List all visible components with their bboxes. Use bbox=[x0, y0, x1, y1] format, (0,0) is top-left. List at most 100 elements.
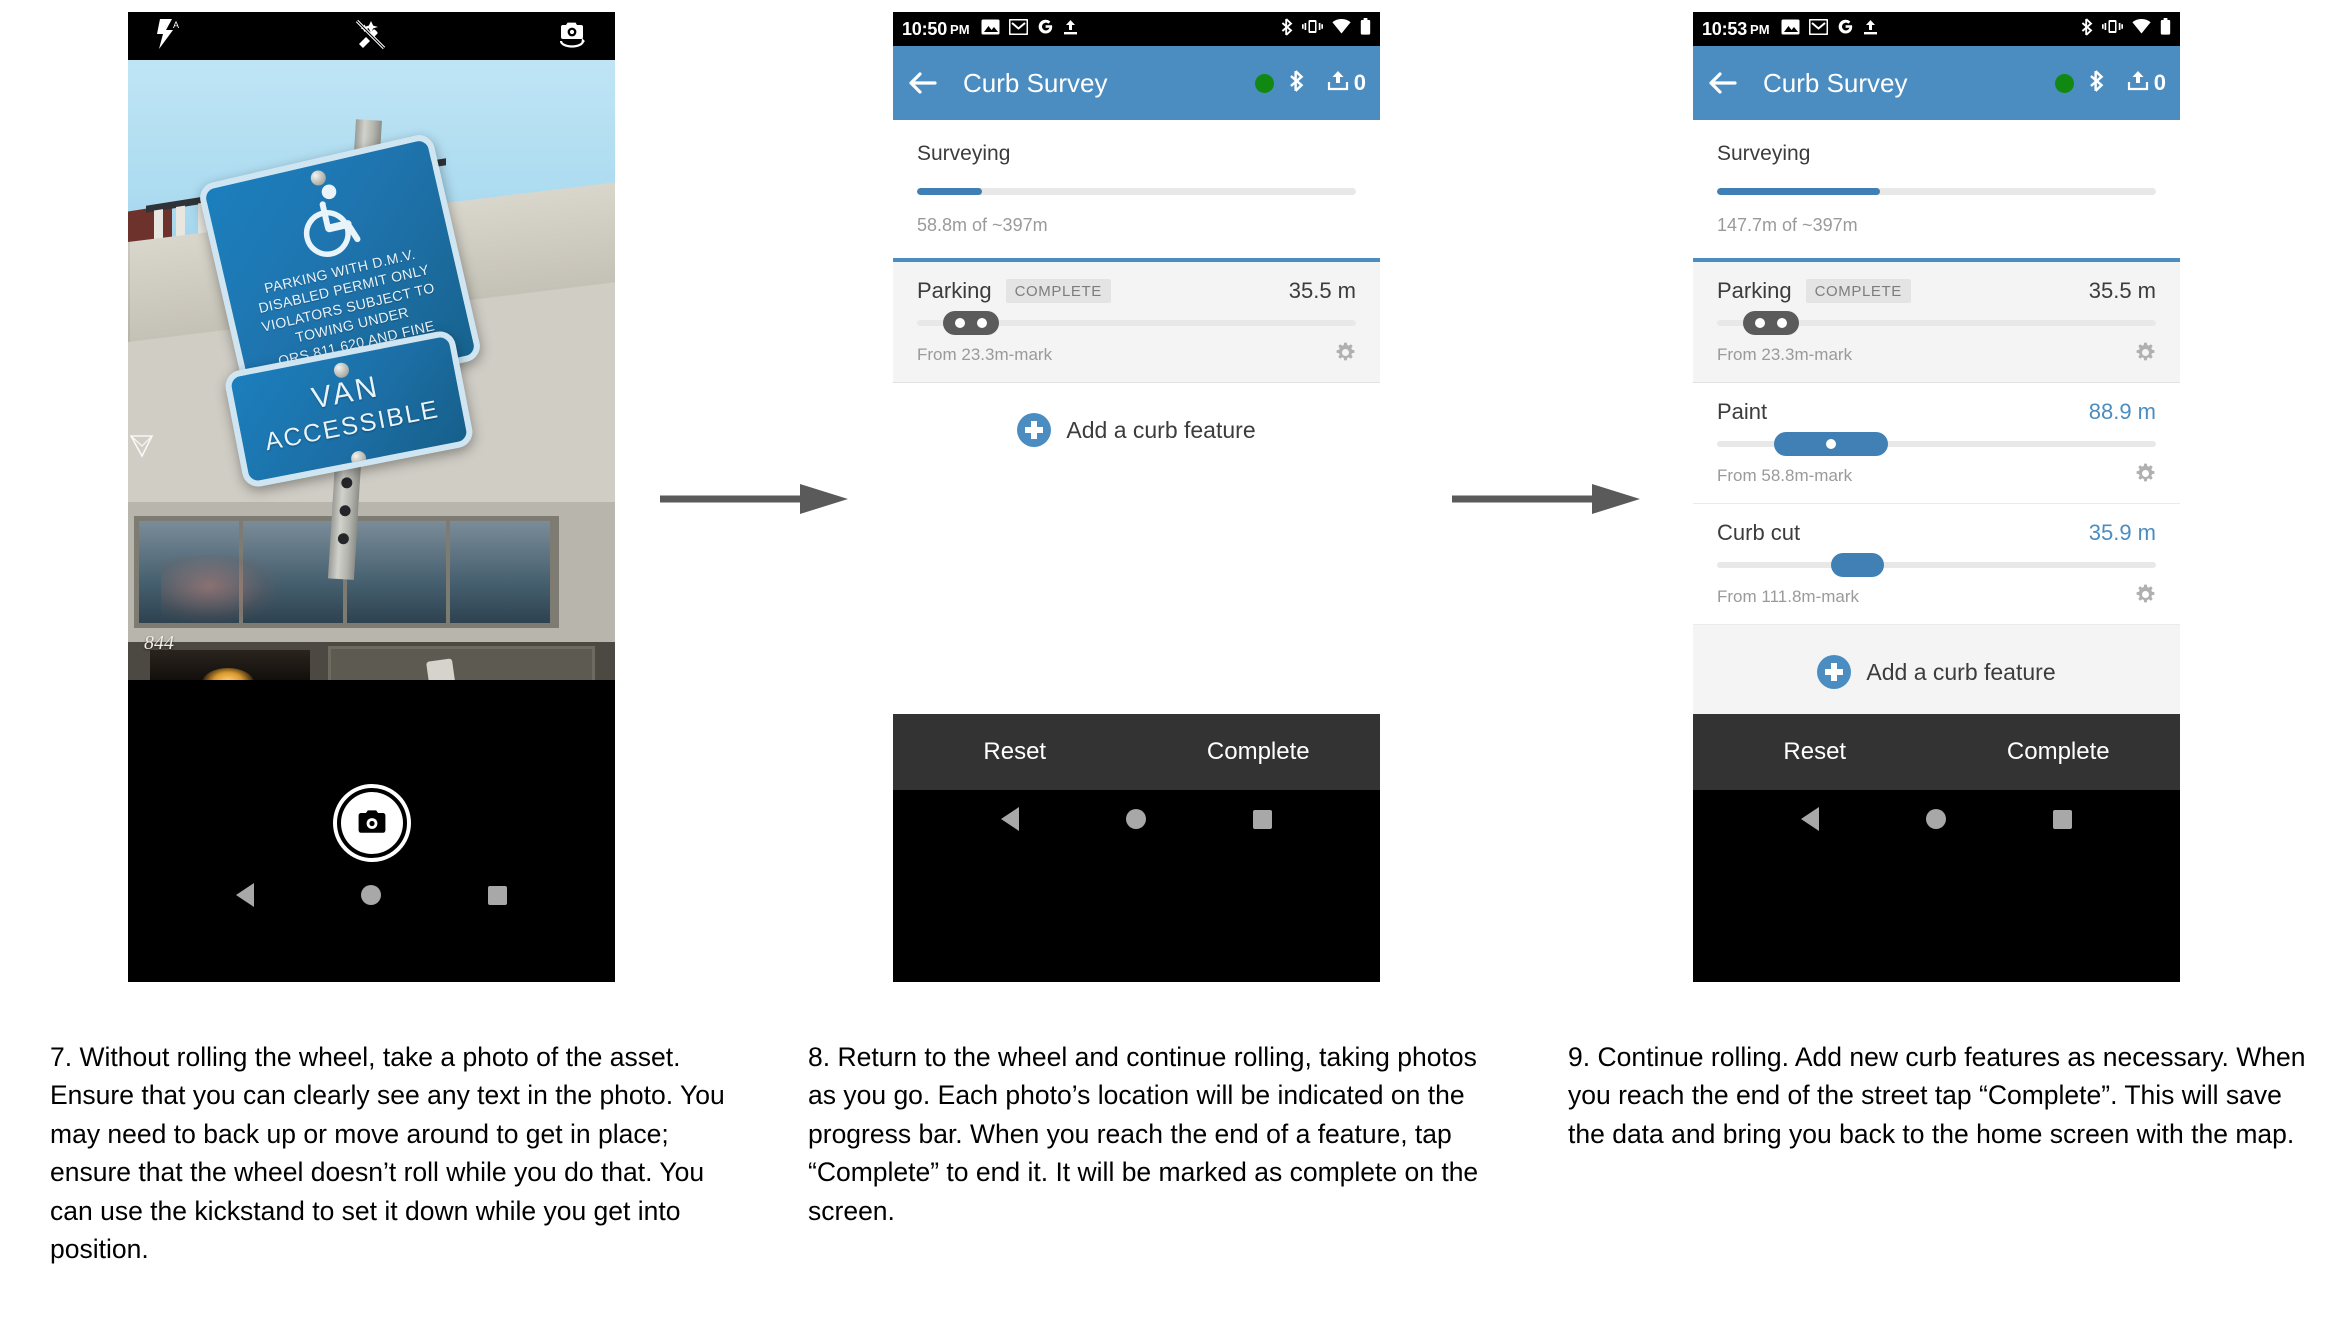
gear-icon[interactable] bbox=[1335, 342, 1356, 368]
android-nav-bar bbox=[1693, 790, 2180, 848]
feature-name: Parking bbox=[917, 278, 992, 303]
back-arrow-icon[interactable] bbox=[1707, 68, 1737, 98]
google-icon bbox=[1837, 18, 1854, 40]
feature-start-mark: From 23.3m-mark bbox=[917, 345, 1053, 364]
feature-distance: 35.9 m bbox=[2088, 520, 2156, 545]
feature-card-parking[interactable]: Parking COMPLETE 35.5 m From 23.3m-mark bbox=[893, 258, 1380, 383]
image-icon bbox=[981, 19, 1000, 40]
feature-card-curb-cut[interactable]: Curb cut 35.9 m From 111.8m-mark bbox=[1693, 504, 2180, 625]
feature-card-paint[interactable]: Paint 88.9 m From 58.8m-mark bbox=[1693, 383, 2180, 504]
gps-status-dot[interactable] bbox=[2054, 73, 2074, 93]
photo-marker-dot bbox=[977, 318, 988, 328]
door-sensor bbox=[426, 658, 456, 680]
feature-card-parking[interactable]: Parking COMPLETE 35.5 m From 23.3m-mark bbox=[1693, 258, 2180, 383]
survey-body: Surveying 147.7m of ~397m Parking COMPLE… bbox=[1693, 120, 2180, 714]
status-ampm: PM bbox=[950, 21, 970, 37]
feature-extent-slider[interactable] bbox=[917, 311, 1356, 335]
nav-home-button[interactable] bbox=[1925, 809, 1946, 829]
back-arrow-icon[interactable] bbox=[907, 68, 937, 98]
nav-back-button[interactable] bbox=[1000, 807, 1019, 831]
android-status-bar: 10:50 PM bbox=[893, 12, 1380, 46]
complete-button[interactable]: Complete bbox=[1937, 738, 2181, 766]
feature-distance: 35.5 m bbox=[1288, 278, 1356, 303]
feature-list: Parking COMPLETE 35.5 m From 23.3m-mark bbox=[1693, 258, 2180, 625]
vibrate-icon bbox=[2101, 19, 2124, 39]
tutorial-figure: A 844 PARKING WITH D.M.V. DISABLED PERMI… bbox=[0, 0, 2340, 1328]
android-status-bar: 10:53 PM bbox=[1693, 12, 2180, 46]
storefront: 844 bbox=[128, 502, 615, 680]
photo-marker-dot bbox=[1826, 439, 1837, 449]
image-icon bbox=[1781, 19, 1800, 40]
upload-queue-button[interactable]: 0 bbox=[2127, 69, 2166, 97]
android-nav-bar bbox=[128, 866, 615, 924]
hdr-off-icon[interactable] bbox=[353, 18, 387, 55]
survey-action-bar: Reset Complete bbox=[1693, 714, 2180, 790]
phone-camera-screenshot: A 844 PARKING WITH D.M.V. DISABLED PERMI… bbox=[128, 12, 615, 982]
nav-back-button[interactable] bbox=[235, 883, 254, 907]
entry-lamp bbox=[202, 668, 254, 680]
bluetooth-icon bbox=[1280, 17, 1293, 41]
complete-button[interactable]: Complete bbox=[1137, 738, 1381, 766]
gear-icon[interactable] bbox=[2135, 584, 2156, 610]
accessible-icon bbox=[281, 172, 375, 266]
flash-auto-icon[interactable]: A bbox=[156, 18, 182, 54]
add-curb-feature-button[interactable]: Add a curb feature bbox=[893, 383, 1380, 477]
feature-extent-slider[interactable] bbox=[1717, 432, 2156, 456]
gmail-icon bbox=[1808, 18, 1829, 40]
survey-progress-text: 147.7m of ~397m bbox=[1717, 215, 1858, 235]
gear-icon[interactable] bbox=[2135, 463, 2156, 489]
photo-marker-dot bbox=[1755, 318, 1766, 328]
page-title: Curb Survey bbox=[1763, 67, 1908, 98]
google-icon bbox=[1037, 18, 1054, 40]
plus-circle-icon bbox=[1017, 413, 1052, 447]
feature-extent-slider[interactable] bbox=[1717, 311, 2156, 335]
feature-extent-slider[interactable] bbox=[1717, 553, 2156, 577]
camera-shutter-icon bbox=[358, 810, 385, 833]
upload-icon bbox=[1863, 19, 1878, 40]
survey-action-bar: Reset Complete bbox=[893, 714, 1380, 790]
status-time: 10:53 bbox=[1702, 18, 1748, 39]
status-ampm: PM bbox=[1750, 21, 1770, 37]
feature-start-mark: From 23.3m-mark bbox=[1717, 345, 1853, 364]
camera-switch-icon[interactable] bbox=[557, 19, 587, 54]
feature-distance: 88.9 m bbox=[2088, 399, 2156, 424]
feature-name: Parking bbox=[1717, 278, 1792, 303]
phone-survey-one-feature: 10:50 PM Curb Survey 0 Surveying 58.8m o… bbox=[893, 12, 1380, 982]
wifi-icon bbox=[2132, 18, 2151, 39]
nav-home-button[interactable] bbox=[1125, 809, 1146, 829]
android-nav-bar bbox=[893, 790, 1380, 848]
camera-bottom-bar bbox=[128, 680, 615, 924]
reset-button[interactable]: Reset bbox=[1693, 738, 1937, 766]
nav-recents-button[interactable] bbox=[488, 885, 508, 905]
nav-recents-button[interactable] bbox=[1253, 809, 1273, 829]
nav-recents-button[interactable] bbox=[2053, 809, 2073, 829]
gmail-icon bbox=[1008, 18, 1029, 40]
battery-icon bbox=[1360, 18, 1371, 40]
right-door-panel bbox=[328, 646, 595, 680]
status-badge: COMPLETE bbox=[1805, 279, 1911, 303]
upload-queue-button[interactable]: 0 bbox=[1327, 69, 1366, 97]
camera-viewfinder[interactable]: 844 PARKING WITH D.M.V. DISABLED PERMIT … bbox=[128, 60, 615, 680]
arrow-step-7-to-8 bbox=[660, 482, 850, 521]
upload-icon bbox=[1327, 69, 1349, 97]
watermark-icon bbox=[129, 430, 160, 460]
add-curb-feature-button[interactable]: Add a curb feature bbox=[1693, 625, 2180, 714]
camera-shutter-button[interactable] bbox=[332, 784, 411, 862]
feature-distance: 35.5 m bbox=[2088, 278, 2156, 303]
surveying-label: Surveying bbox=[917, 142, 1011, 165]
survey-progress-section: Surveying 147.7m of ~397m bbox=[1693, 120, 2180, 236]
photo-marker-dot bbox=[1777, 318, 1788, 328]
wifi-icon bbox=[1332, 18, 1351, 39]
reset-button[interactable]: Reset bbox=[893, 738, 1137, 766]
nav-back-button[interactable] bbox=[1800, 807, 1819, 831]
nav-home-button[interactable] bbox=[360, 885, 381, 905]
building-lower-front bbox=[128, 642, 615, 680]
bluetooth-icon[interactable] bbox=[1288, 69, 1304, 98]
feature-name: Curb cut bbox=[1717, 520, 1801, 545]
feature-start-mark: From 111.8m-mark bbox=[1717, 587, 1860, 606]
gps-status-dot[interactable] bbox=[1254, 73, 1274, 93]
caption-step-7: 7. Without rolling the wheel, take a pho… bbox=[50, 1042, 725, 1265]
app-bar: Curb Survey 0 bbox=[1693, 46, 2180, 120]
gear-icon[interactable] bbox=[2135, 342, 2156, 368]
bluetooth-icon[interactable] bbox=[2088, 69, 2104, 98]
